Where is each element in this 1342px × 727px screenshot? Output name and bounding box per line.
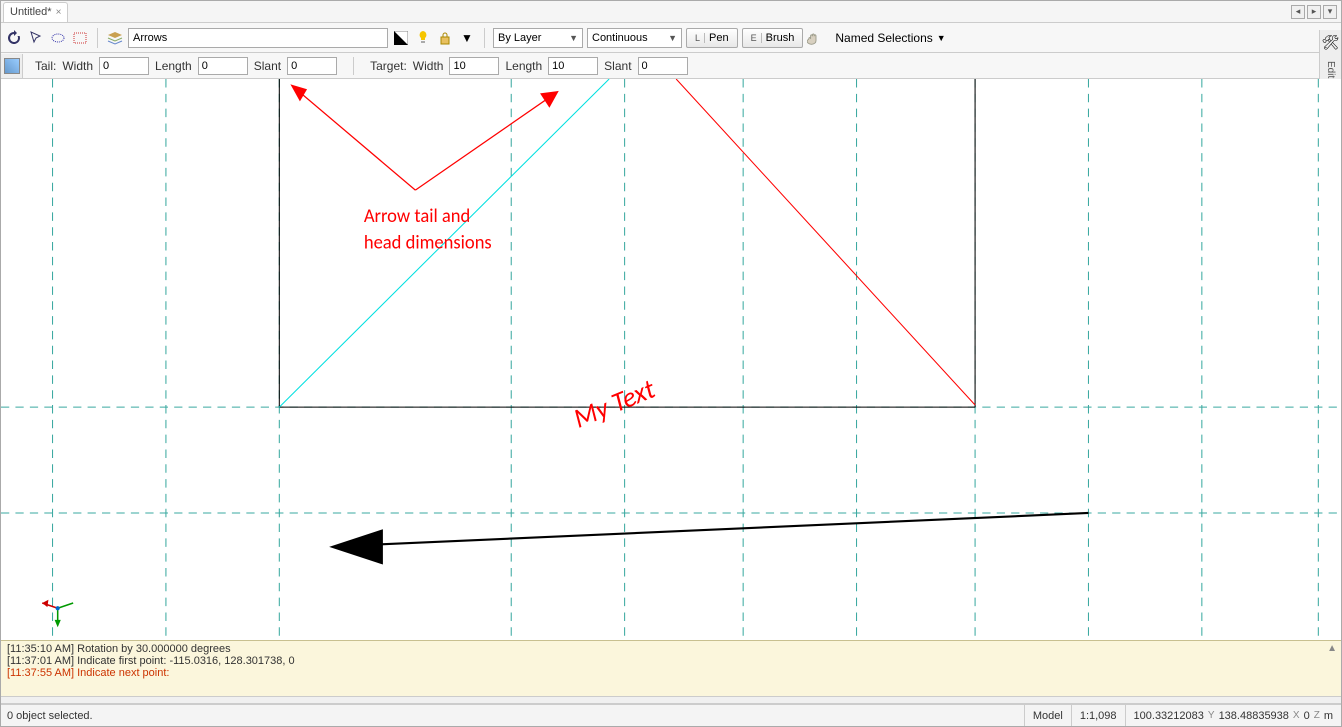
edit-panel-label[interactable]: Edit (1325, 61, 1336, 78)
left-sidebar (1, 54, 23, 78)
color-mode-combo[interactable]: By Layer▼ (493, 28, 583, 48)
target-length-label: Length (505, 59, 542, 73)
named-selections-menu[interactable]: Named Selections▼ (829, 31, 951, 45)
tail-width-input[interactable] (99, 57, 149, 75)
pen-button[interactable]: LPen (686, 28, 738, 48)
refresh-icon[interactable] (5, 29, 23, 47)
tab-menu-button[interactable]: ▾ (1323, 5, 1337, 19)
linetype-value: Continuous (592, 32, 648, 44)
target-slant-label: Slant (604, 59, 631, 73)
tail-slant-input[interactable] (287, 57, 337, 75)
tail-length-label: Length (155, 59, 192, 73)
tail-width-label: Width (62, 59, 93, 73)
tail-label: Tail: (35, 59, 56, 73)
log-resize-handle[interactable] (1, 696, 1341, 704)
target-label: Target: (370, 59, 407, 73)
log-line-prompt: [11:37:55 AM] Indicate next point: (7, 667, 1335, 679)
layer-name-combo[interactable]: Arrows (128, 28, 388, 48)
tail-length-input[interactable] (198, 57, 248, 75)
layer-dropdown-icon[interactable]: ▼ (458, 29, 476, 47)
close-icon[interactable]: × (56, 7, 62, 18)
tab-strip: Untitled* × ◂ ▸ ▾ (1, 1, 1341, 23)
layers-icon[interactable] (106, 29, 124, 47)
target-width-input[interactable] (449, 57, 499, 75)
layer-color-swatch-icon[interactable] (392, 29, 410, 47)
tab-prev-button[interactable]: ◂ (1291, 5, 1305, 19)
log-line: [11:35:10 AM] Rotation by 30.000000 degr… (7, 643, 1335, 655)
linetype-combo[interactable]: Continuous▼ (587, 28, 682, 48)
target-slant-input[interactable] (638, 57, 688, 75)
command-log: [11:35:10 AM] Rotation by 30.000000 degr… (1, 640, 1341, 696)
annotation-line1: Arrow tail and (364, 205, 470, 228)
scale-indicator[interactable]: 1:1,098 (1071, 705, 1125, 726)
space-indicator[interactable]: Model (1024, 705, 1071, 726)
lightbulb-icon[interactable] (414, 29, 432, 47)
selection-status: 0 object selected. (1, 710, 1024, 722)
document-tab[interactable]: Untitled* × (3, 2, 68, 22)
drawing-canvas[interactable]: Arrow tail and head dimensions My Text (1, 79, 1341, 640)
coord-readout: 100.33212083Y 138.48835938X 0Z m (1125, 705, 1341, 726)
scroll-up-icon[interactable]: ▲ (1327, 643, 1337, 654)
gis-panel-icon[interactable] (4, 58, 20, 74)
arrow-dimension-bar: Tail: Width Length Slant Target: Width L… (1, 53, 1341, 79)
lock-icon[interactable] (436, 29, 454, 47)
layer-name-value: Arrows (133, 32, 167, 44)
annotation-line2: head dimensions (364, 231, 492, 254)
main-toolbar: Arrows ▼ By Layer▼ Continuous▼ LPen EBru… (1, 23, 1341, 53)
tab-title: Untitled* (10, 6, 52, 18)
selection-rect-icon[interactable] (71, 29, 89, 47)
selection-oval-icon[interactable] (49, 29, 67, 47)
status-bar: 0 object selected. Model 1:1,098 100.332… (1, 704, 1341, 726)
cursor-icon[interactable] (27, 29, 45, 47)
tail-slant-label: Slant (254, 59, 281, 73)
brush-button[interactable]: EBrush (742, 28, 804, 48)
tab-next-button[interactable]: ▸ (1307, 5, 1321, 19)
color-mode-value: By Layer (498, 32, 541, 44)
hand-point-icon[interactable] (807, 29, 825, 47)
mytext-label: My Text (569, 372, 661, 436)
target-length-input[interactable] (548, 57, 598, 75)
tools-icon[interactable]: 🛠 (1322, 34, 1340, 51)
log-line: [11:37:01 AM] Indicate first point: -115… (7, 655, 1335, 667)
target-width-label: Width (413, 59, 444, 73)
